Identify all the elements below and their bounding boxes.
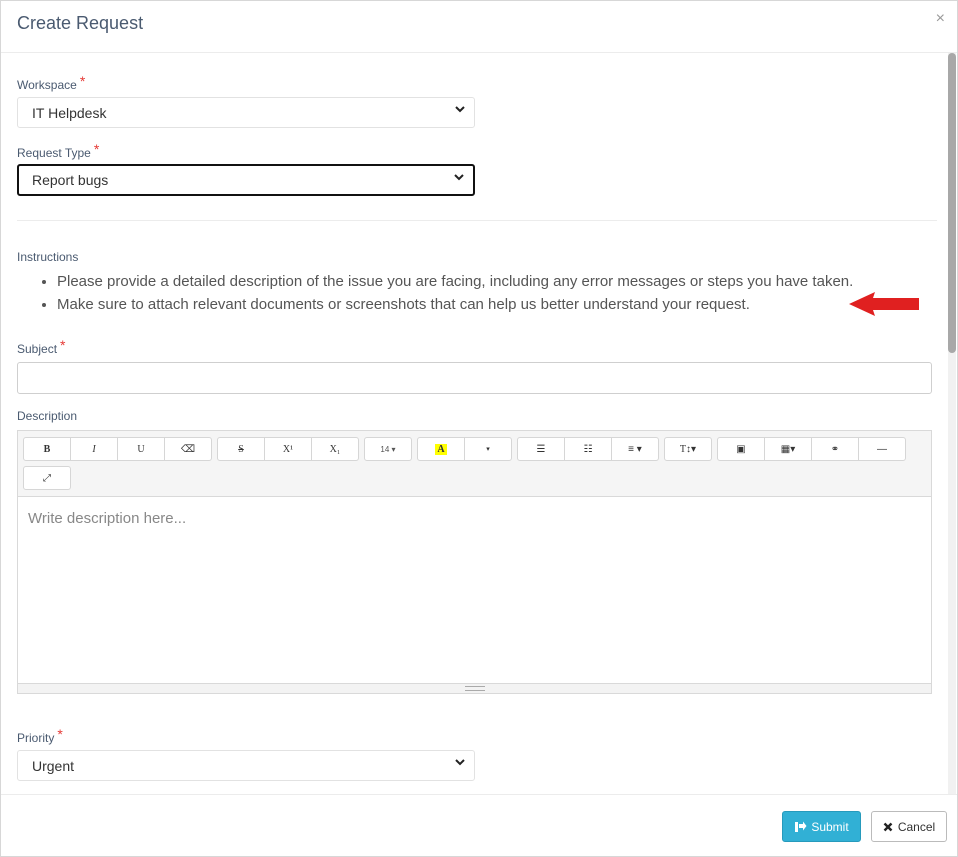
modal-header: Create Request × [1, 1, 957, 53]
instruction-item: Make sure to attach relevant documents o… [57, 293, 917, 316]
subject-label: Subject * [17, 337, 66, 356]
close-icon[interactable]: × [936, 10, 945, 28]
description-textarea[interactable]: Write description here... [18, 498, 931, 683]
highlight-button[interactable]: A [417, 437, 465, 461]
request-type-select[interactable]: Report bugs [17, 164, 475, 196]
priority-select[interactable]: Urgent [17, 750, 475, 781]
instruction-item: Please provide a detailed description of… [57, 270, 917, 293]
link-icon[interactable]: ⚭ [811, 437, 859, 461]
image-icon[interactable]: ▣ [717, 437, 765, 461]
required-marker: * [57, 726, 63, 742]
superscript-button[interactable]: X¹ [264, 437, 312, 461]
cancel-button[interactable]: Cancel [871, 811, 947, 842]
chevron-down-icon [455, 759, 465, 766]
modal-body: Workspace * IT Helpdesk Request Type * Rep… [1, 53, 949, 794]
section-divider [17, 220, 937, 221]
fullscreen-icon[interactable]: ⤢ [23, 466, 71, 490]
create-request-modal: Create Request × Workspace * IT Helpdesk … [0, 0, 958, 857]
editor-toolbar: B I U ⌫ S X¹ X₁ 14 ▾ A ▾ ☰ ☷ ≡ ▾ T↕▾ ▣ ▦… [18, 431, 931, 497]
scrollbar-thumb[interactable] [948, 53, 956, 353]
font-size-dropdown[interactable]: 14 ▾ [364, 437, 412, 461]
color-group: A ▾ [417, 437, 512, 461]
view-group: ⤢ [23, 466, 71, 490]
instructions-label: Instructions [17, 250, 79, 264]
font-size-group: 14 ▾ [364, 437, 412, 461]
close-icon [883, 822, 893, 831]
priority-label: Priority * [17, 726, 63, 745]
submit-label: Submit [811, 819, 849, 834]
chevron-down-icon [454, 174, 464, 181]
align-dropdown[interactable]: ≡ ▾ [611, 437, 659, 461]
bold-button[interactable]: B [23, 437, 71, 461]
italic-button[interactable]: I [70, 437, 118, 461]
insert-group: ▣ ▦▾ ⚭ — [717, 437, 906, 461]
numbered-list-icon[interactable]: ☷ [564, 437, 612, 461]
instructions-list: Please provide a detailed description of… [17, 270, 917, 316]
required-marker: * [93, 141, 100, 157]
subject-input[interactable] [17, 362, 932, 394]
eraser-icon[interactable]: ⌫ [164, 437, 212, 461]
horizontal-rule-button[interactable]: — [858, 437, 906, 461]
description-editor: B I U ⌫ S X¹ X₁ 14 ▾ A ▾ ☰ ☷ ≡ ▾ T↕▾ ▣ ▦… [17, 430, 932, 694]
text-style-dropdown[interactable]: T↕▾ [664, 437, 712, 461]
script-group: S X¹ X₁ [217, 437, 359, 461]
color-dropdown[interactable]: ▾ [464, 437, 512, 461]
red-arrow-icon [849, 292, 919, 316]
priority-value: Urgent [32, 758, 75, 774]
bullet-list-icon[interactable]: ☰ [517, 437, 565, 461]
request-type-label: Request Type * [17, 141, 100, 160]
chevron-down-icon [455, 106, 465, 113]
workspace-select[interactable]: IT Helpdesk [17, 97, 475, 128]
modal-title: Create Request [17, 13, 144, 33]
modal-footer: Submit Cancel [1, 794, 957, 856]
underline-button[interactable]: U [117, 437, 165, 461]
submit-button[interactable]: Submit [782, 811, 861, 842]
font-style-group: B I U ⌫ [23, 437, 212, 461]
table-dropdown[interactable]: ▦▾ [764, 437, 812, 461]
list-group: ☰ ☷ ≡ ▾ [517, 437, 659, 461]
request-type-value: Report bugs [32, 172, 109, 188]
subscript-button[interactable]: X₁ [311, 437, 359, 461]
workspace-label: Workspace * [17, 73, 86, 92]
style-group: T↕▾ [664, 437, 712, 461]
submit-icon [795, 821, 807, 832]
modal-scrollbar[interactable] [948, 53, 956, 794]
required-marker: * [60, 337, 66, 353]
workspace-value: IT Helpdesk [32, 105, 107, 121]
cancel-label: Cancel [897, 819, 936, 834]
editor-resize-handle[interactable] [18, 683, 931, 693]
required-marker: * [79, 73, 86, 89]
highlight-icon: A [435, 443, 447, 455]
grip-icon [465, 686, 485, 691]
strikethrough-button[interactable]: S [217, 437, 265, 461]
description-label: Description [17, 409, 78, 423]
